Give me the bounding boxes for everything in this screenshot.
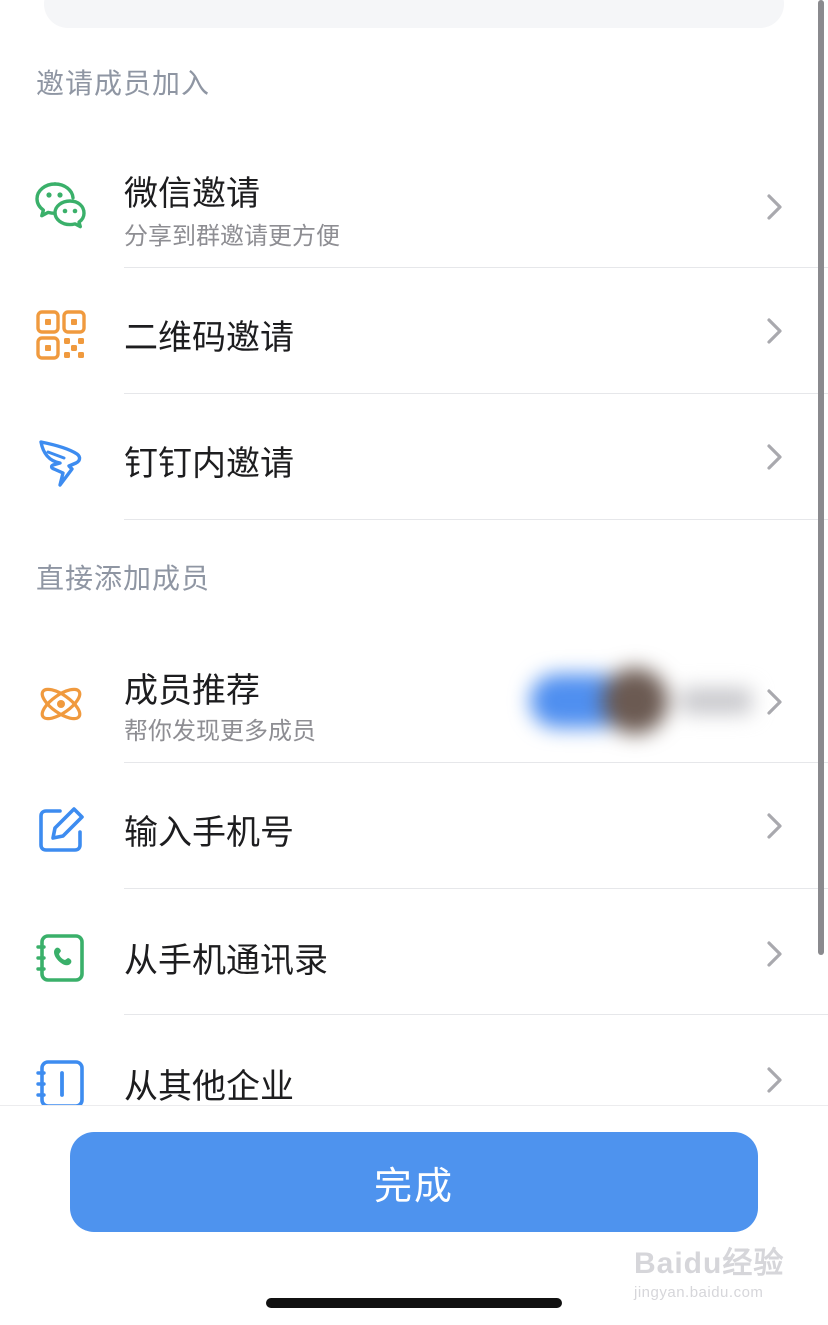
menu-item-qrcode-invite[interactable]: 二维码邀请 xyxy=(0,268,828,394)
qrcode-invite-title: 二维码邀请 xyxy=(124,318,294,358)
menu-item-dingtalk-invite[interactable]: 钉钉内邀请 xyxy=(0,394,828,520)
enter-phone-title: 输入手机号 xyxy=(124,813,294,853)
menu-item-phone-contacts[interactable]: 从手机通讯录 xyxy=(0,889,828,1015)
chevron-right-icon xyxy=(762,1065,786,1095)
section-title-direct: 直接添加成员 xyxy=(36,562,211,595)
org-book-icon xyxy=(34,1057,88,1111)
watermark-url: jingyan.baidu.com xyxy=(634,1284,764,1301)
chevron-right-icon xyxy=(762,811,786,841)
recommended-members-preview[interactable] xyxy=(520,664,762,740)
menu-item-wechat-invite[interactable]: 微信邀请 分享到群邀请更方便 xyxy=(0,142,828,268)
wechat-icon xyxy=(34,178,88,232)
edit-icon xyxy=(34,803,88,857)
wechat-invite-title: 微信邀请 xyxy=(124,174,260,214)
done-button[interactable]: 完成 xyxy=(70,1132,758,1232)
chevron-right-icon xyxy=(762,192,786,222)
divider xyxy=(124,519,828,520)
wechat-invite-subtitle: 分享到群邀请更方便 xyxy=(124,222,340,250)
recommended-name xyxy=(680,688,752,714)
phone-contacts-title: 从手机通讯录 xyxy=(124,941,328,981)
avatar xyxy=(602,668,668,734)
dingtalk-invite-title: 钉钉内邀请 xyxy=(124,444,294,484)
baidu-jingyan-watermark: Baidu经验 jingyan.baidu.com xyxy=(634,1238,784,1301)
other-enterprise-title: 从其他企业 xyxy=(124,1067,294,1107)
phone-book-icon xyxy=(34,931,88,985)
qrcode-icon xyxy=(34,308,88,362)
atom-icon xyxy=(34,677,88,731)
scrollbar[interactable] xyxy=(818,0,824,955)
dingtalk-icon xyxy=(34,434,88,488)
chevron-right-icon xyxy=(762,316,786,346)
chevron-right-icon xyxy=(762,939,786,969)
chevron-right-icon xyxy=(762,687,786,717)
chevron-right-icon xyxy=(762,442,786,472)
member-recommend-title: 成员推荐 xyxy=(124,671,260,711)
search-bar[interactable] xyxy=(44,0,784,28)
section-title-invite: 邀请成员加入 xyxy=(36,67,211,100)
menu-item-enter-phone[interactable]: 输入手机号 xyxy=(0,763,828,889)
watermark-brand: Baidu经验 xyxy=(634,1247,785,1280)
member-recommend-subtitle: 帮你发现更多成员 xyxy=(124,717,316,745)
home-indicator[interactable] xyxy=(266,1298,562,1308)
